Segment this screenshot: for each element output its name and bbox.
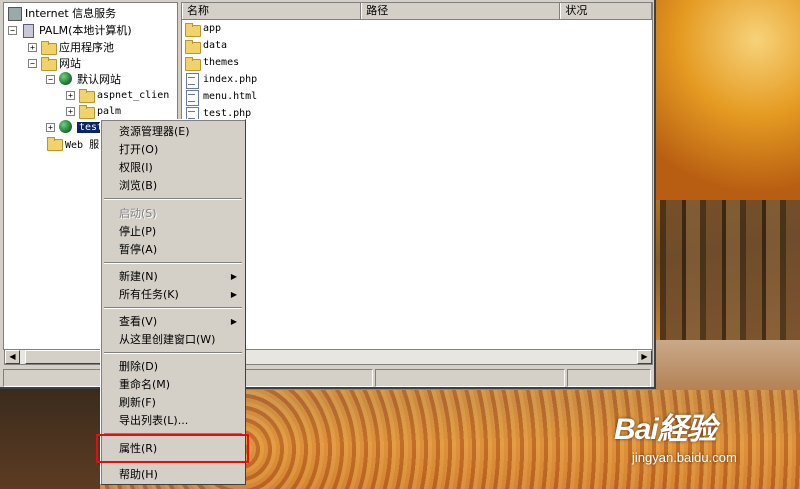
list-item[interactable]: themes — [182, 54, 652, 71]
menu-separator — [104, 307, 242, 309]
expand-icon[interactable]: + — [46, 122, 55, 132]
tree-item-test-site[interactable]: + test — [46, 119, 106, 135]
column-header-status[interactable]: 状况 — [560, 3, 652, 19]
tree-item-web-ext[interactable]: Web 服 — [46, 135, 99, 151]
menu-item-stop[interactable]: 停止(P) — [103, 223, 243, 241]
submenu-arrow-icon: ▶ — [230, 272, 237, 281]
file-icon — [184, 89, 200, 106]
tree-label: Internet 信息服务 — [25, 7, 117, 20]
menu-separator — [104, 198, 242, 200]
menu-item-browse[interactable]: 浏览(B) — [103, 177, 243, 195]
folder-icon — [184, 39, 201, 54]
list-item-label: data — [203, 40, 228, 51]
tree-item-aspnet-client[interactable]: + aspnet_clien — [66, 87, 169, 103]
menu-item-label: 新建(N) — [119, 270, 158, 283]
tree-item-app-pools[interactable]: + 应用程序池 — [28, 39, 114, 55]
scroll-left-icon[interactable]: ◀ — [5, 350, 20, 364]
tree-item-computer[interactable]: − PALM(本地计算机) — [8, 22, 132, 38]
submenu-arrow-icon: ▶ — [230, 290, 237, 299]
tree-label: 默认网站 — [77, 73, 121, 86]
list-pane[interactable]: 名称 路径 状况 app data themes index.php menu.… — [181, 2, 653, 350]
tree-item-root[interactable]: Internet 信息服务 — [6, 5, 116, 21]
folder-icon — [40, 40, 57, 55]
file-icon — [184, 72, 200, 89]
tree-label: 网站 — [59, 57, 81, 70]
tree-label: aspnet_clien — [97, 89, 170, 101]
menu-separator — [104, 352, 242, 354]
list-item-label: themes — [203, 57, 240, 68]
list-item[interactable]: test.php — [182, 105, 652, 123]
folder-icon — [46, 136, 63, 151]
globe-icon — [58, 72, 74, 86]
menu-item-delete[interactable]: 删除(D) — [103, 358, 243, 376]
menu-item-new-window[interactable]: 从这里创建窗口(W) — [103, 331, 243, 349]
list-header: 名称 路径 状况 — [182, 3, 652, 20]
list-item[interactable]: menu.html — [182, 88, 652, 106]
iis-icon — [6, 6, 22, 21]
tree-label: palm — [97, 105, 122, 117]
menu-separator — [104, 262, 242, 264]
menu-item-rename[interactable]: 重命名(M) — [103, 376, 243, 394]
list-item-label: test.php — [203, 108, 252, 119]
menu-item-start: 启动(S) — [119, 207, 157, 220]
watermark-brand: Bai経验 — [614, 413, 717, 446]
menu-item-permissions[interactable]: 权限(I) — [103, 159, 243, 177]
menu-item-all-tasks[interactable]: 所有任务(K) ▶ — [103, 286, 243, 304]
folder-icon — [78, 88, 95, 103]
tree-item-palm[interactable]: + palm — [66, 103, 121, 119]
expand-icon[interactable]: + — [66, 106, 75, 116]
tree-label: Web 服 — [65, 139, 100, 151]
watermark-url: jingyan.baidu.com — [632, 450, 737, 465]
menu-item-open[interactable]: 打开(O) — [103, 141, 243, 159]
baidu-watermark: Bai経验 jingyan.baidu.com — [614, 404, 737, 465]
tree-label: 应用程序池 — [59, 41, 114, 54]
list-item[interactable]: index.php — [182, 71, 652, 89]
globe-icon — [58, 120, 74, 134]
list-horizontal-scrollbar[interactable]: ▶ — [182, 349, 653, 365]
expand-icon[interactable]: + — [66, 90, 75, 100]
menu-item-pause[interactable]: 暂停(A) — [103, 241, 243, 259]
server-icon — [20, 23, 36, 38]
list-item-label: app — [203, 23, 222, 34]
list-item[interactable]: app — [182, 20, 652, 37]
list-item-label: index.php — [203, 74, 258, 85]
folder-icon — [40, 56, 57, 71]
highlight-box — [96, 434, 249, 463]
collapse-icon[interactable]: − — [46, 74, 55, 84]
column-header-path[interactable]: 路径 — [361, 3, 561, 19]
folder-icon — [184, 56, 201, 71]
menu-item-new[interactable]: 新建(N) ▶ — [103, 268, 243, 286]
collapse-icon[interactable]: − — [8, 25, 17, 35]
tree-label: PALM(本地计算机) — [39, 24, 132, 37]
folder-icon — [184, 22, 201, 37]
expand-icon[interactable]: + — [28, 42, 37, 52]
collapse-icon[interactable]: − — [28, 58, 37, 68]
menu-item-help[interactable]: 帮助(H) — [103, 466, 243, 484]
column-header-name[interactable]: 名称 — [182, 3, 362, 19]
submenu-arrow-icon: ▶ — [230, 317, 237, 326]
context-menu: 资源管理器(E) 打开(O) 权限(I) 浏览(B) 启动(S) 停止(P) 暂… — [100, 119, 246, 485]
list-item[interactable]: data — [182, 37, 652, 54]
iis-manager-window: Internet 信息服务 − PALM(本地计算机) + 应用程序池 − 网站… — [0, 0, 656, 389]
menu-item-refresh[interactable]: 刷新(F) — [103, 394, 243, 412]
list-item-label: menu.html — [203, 91, 258, 102]
tree-item-websites[interactable]: − 网站 — [28, 55, 81, 71]
menu-item-label: 查看(V) — [119, 315, 158, 328]
scroll-right-icon[interactable]: ▶ — [637, 350, 652, 364]
menu-item-view[interactable]: 查看(V) ▶ — [103, 313, 243, 331]
menu-item-explorer[interactable]: 资源管理器(E) — [103, 123, 243, 141]
menu-item-export[interactable]: 导出列表(L)... — [103, 412, 243, 430]
folder-icon — [78, 104, 95, 119]
menu-item-label: 所有任务(K) — [119, 288, 179, 301]
tree-item-default-site[interactable]: − 默认网站 — [46, 71, 121, 87]
